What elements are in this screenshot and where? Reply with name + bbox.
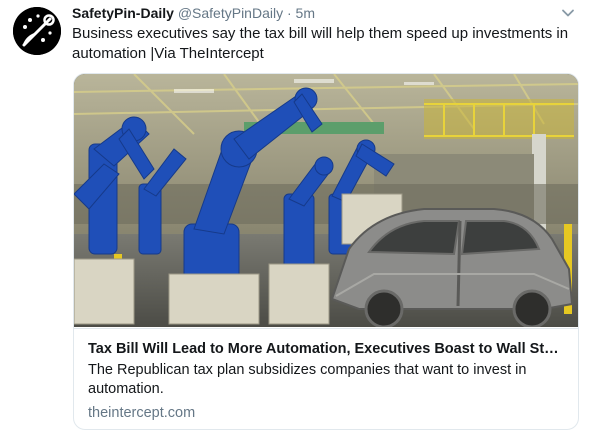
timestamp[interactable]: 5m <box>296 5 315 21</box>
card-domain: theintercept.com <box>88 405 196 421</box>
card-description: The Republican tax plan subsidizes compa… <box>88 362 527 397</box>
tweet-text-line-2: automation |Via TheIntercept <box>72 45 264 62</box>
card-image[interactable] <box>74 74 578 329</box>
user-handle[interactable]: @SafetyPinDaily <box>178 5 283 21</box>
card-body: Tax Bill Will Lead to More Automation, E… <box>74 328 578 429</box>
card-title: Tax Bill Will Lead to More Automation, E… <box>88 341 564 357</box>
avatar[interactable] <box>13 7 61 55</box>
separator-dot: · <box>286 5 292 21</box>
tweet-header: SafetyPin-Daily @SafetyPinDaily · 5m <box>72 4 577 22</box>
safety-pin-logo-icon <box>13 7 61 55</box>
chevron-down-icon[interactable] <box>559 4 577 22</box>
tweet-text: Business executives say the tax bill wil… <box>72 24 572 64</box>
factory-robots-image <box>74 74 578 329</box>
display-name[interactable]: SafetyPin-Daily <box>72 5 174 21</box>
tweet-text-line-1: Business executives say the tax bill wil… <box>72 25 569 42</box>
link-card[interactable]: Tax Bill Will Lead to More Automation, E… <box>73 73 579 430</box>
